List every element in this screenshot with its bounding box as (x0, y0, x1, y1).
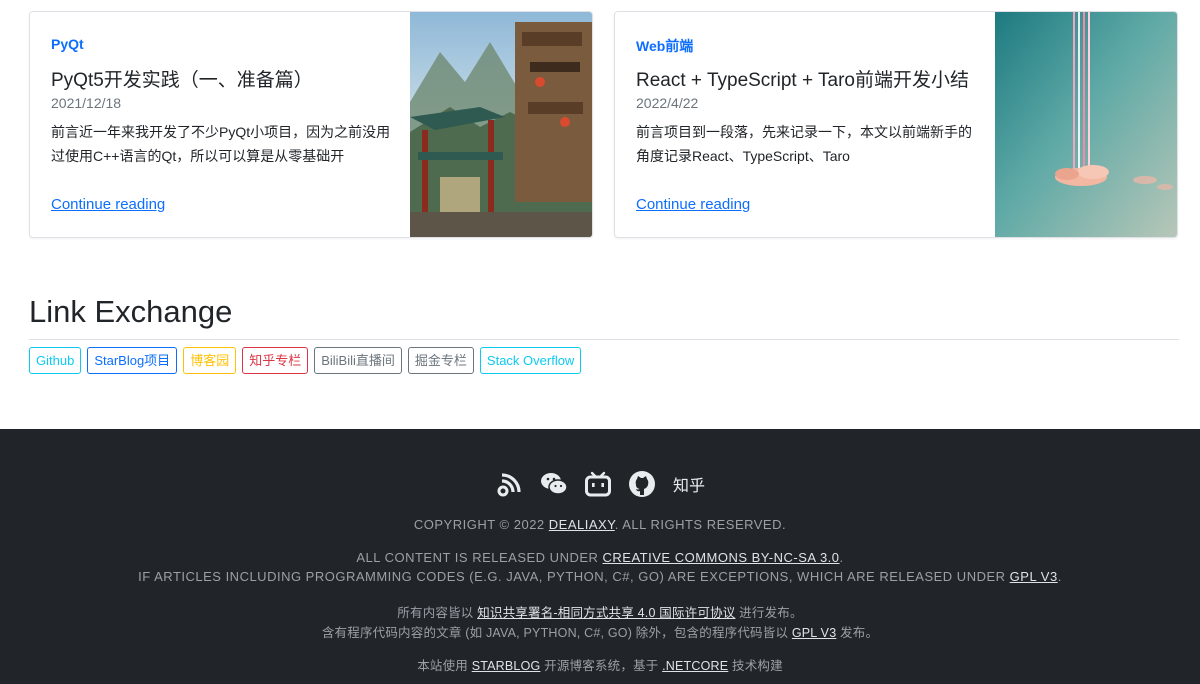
netcore-link[interactable]: .NETCORE (662, 659, 728, 673)
post-date: 2021/12/18 (51, 95, 122, 111)
starblog-link[interactable]: STARBLOG (472, 659, 541, 673)
post-card-body: Web前端 React + TypeScript + Taro前端开发小结 20… (636, 36, 976, 168)
link-bilibili-live[interactable]: BiliBili直播间 (314, 347, 402, 374)
cn-gpl-link[interactable]: GPL V3 (792, 626, 837, 640)
post-card: PyQt PyQt5开发实践（一、准备篇） 2021/12/18 前言近一年来我… (29, 11, 593, 238)
link-exchange-list: Github StarBlog项目 博客园 知乎专栏 BiliBili直播间 掘… (29, 347, 582, 374)
github-icon[interactable] (627, 469, 657, 499)
post-date: 2022/4/22 (636, 95, 699, 111)
social-icons: 知乎 (0, 469, 1200, 499)
built-with-line: 本站使用 STARBLOG 开源博客系统，基于 .NETCORE 技术构建 (417, 659, 783, 673)
cn-code-license-line: 含有程序代码内容的文章 (如 JAVA, PYTHON, C#, GO) 除外，… (321, 626, 879, 640)
post-excerpt: 前言项目到一段落，先来记录一下，本文以前端新手的角度记录React、TypeSc… (636, 124, 972, 164)
post-category[interactable]: Web前端 (636, 36, 976, 56)
link-zhihu-column[interactable]: 知乎专栏 (242, 347, 309, 374)
link-juejin-column[interactable]: 掘金专栏 (407, 347, 474, 374)
code-license-line: IF ARTICLES INCLUDING PROGRAMMING CODES … (138, 569, 1062, 584)
license-line: ALL CONTENT IS RELEASED UNDER CREATIVE C… (356, 550, 844, 565)
author-link[interactable]: DEALIAXY (549, 517, 615, 532)
divider (29, 339, 1179, 340)
link-stack-overflow[interactable]: Stack Overflow (479, 347, 582, 374)
post-cover-image[interactable] (995, 12, 1177, 237)
bilibili-icon[interactable] (583, 469, 613, 499)
post-title[interactable]: PyQt5开发实践（一、准备篇） (51, 65, 391, 92)
post-cover-image[interactable] (410, 12, 592, 237)
post-title[interactable]: React + TypeScript + Taro前端开发小结 (636, 65, 976, 92)
post-excerpt: 前言近一年来我开发了不少PyQt小项目，因为之前没用过使用C++语言的Qt，所以… (51, 124, 391, 164)
rss-icon[interactable] (495, 469, 525, 499)
link-exchange-heading: Link Exchange (29, 294, 233, 329)
copyright-line: COPYRIGHT © 2022 DEALIAXY. ALL RIGHTS RE… (413, 517, 787, 532)
post-card: Web前端 React + TypeScript + Taro前端开发小结 20… (614, 11, 1178, 238)
continue-reading-link[interactable]: Continue reading (51, 196, 165, 213)
cn-cc-license-link[interactable]: 知识共享署名-相同方式共享 4.0 国际许可协议 (477, 606, 735, 620)
continue-reading-link[interactable]: Continue reading (636, 196, 750, 213)
wechat-icon[interactable] (539, 469, 569, 499)
link-github[interactable]: Github (29, 347, 82, 374)
footer: 知乎 COPYRIGHT © 2022 DEALIAXY. ALL RIGHTS… (0, 429, 1200, 684)
link-starblog[interactable]: StarBlog项目 (87, 347, 178, 374)
cc-license-link[interactable]: CREATIVE COMMONS BY-NC-SA 3.0 (603, 550, 840, 565)
gpl-link[interactable]: GPL V3 (1010, 569, 1058, 584)
post-category[interactable]: PyQt (51, 36, 391, 56)
link-cnblogs[interactable]: 博客园 (183, 347, 237, 374)
post-card-body: PyQt PyQt5开发实践（一、准备篇） 2021/12/18 前言近一年来我… (51, 36, 391, 168)
zhihu-link[interactable]: 知乎 (673, 472, 705, 496)
cn-license-line: 所有内容皆以 知识共享署名-相同方式共享 4.0 国际许可协议 进行发布。 (397, 606, 803, 620)
